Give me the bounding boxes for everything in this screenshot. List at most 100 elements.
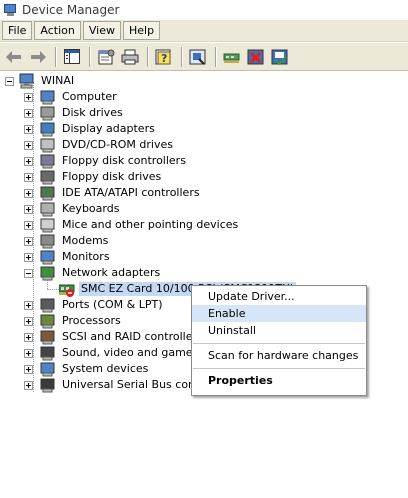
forward-icon [30, 50, 46, 64]
menu-bar: File Action View Help [0, 20, 408, 42]
tree-item-ports-com-lpt[interactable]: Ports (COM & LPT) [24, 297, 165, 313]
tree-item-label: Disk drives [62, 106, 123, 119]
processor-icon [40, 314, 55, 329]
uninstall-button[interactable] [245, 46, 267, 68]
back-button[interactable] [3, 46, 25, 68]
expand-icon[interactable] [24, 109, 33, 118]
tree-item-monitors[interactable]: Monitors [24, 249, 112, 265]
tree-item-mice-and-other-pointing-devices[interactable]: Mice and other pointing devices [24, 217, 240, 233]
tree-item-sound-video-and-game-co[interactable]: Sound, video and game co [24, 345, 211, 361]
menu-properties[interactable]: Properties [192, 372, 366, 389]
expand-icon[interactable] [24, 237, 33, 246]
system-device-icon [40, 362, 55, 377]
tree-item-label: Ports (COM & LPT) [62, 298, 163, 311]
ide-controller-icon [40, 186, 55, 201]
tree-item-universal-serial-bus-contro[interactable]: Universal Serial Bus contro [24, 377, 212, 393]
disable-button[interactable] [269, 46, 291, 68]
tree-item-scsi-and-raid-controllers[interactable]: SCSI and RAID controllers [24, 329, 205, 345]
tree-item-network-adapters[interactable]: Network adapters [24, 265, 162, 281]
forward-button[interactable] [27, 46, 49, 68]
tree-item-dvd-cd-rom-drives[interactable]: DVD/CD-ROM drives [24, 137, 175, 153]
menu-update-driver[interactable]: Update Driver... [192, 288, 366, 305]
tree-item-modems[interactable]: Modems [24, 233, 110, 249]
expand-icon[interactable] [24, 317, 33, 326]
menu-help[interactable]: Help [122, 21, 161, 40]
expand-icon[interactable] [24, 93, 33, 102]
collapse-icon[interactable] [24, 269, 33, 278]
modem-icon [40, 234, 55, 249]
expand-icon[interactable] [24, 157, 33, 166]
expand-icon[interactable] [24, 349, 33, 358]
toolbar-separator [147, 46, 149, 67]
tree-item-label: Sound, video and game co [62, 346, 209, 359]
svg-text:?: ? [161, 52, 167, 65]
sound-icon [40, 346, 55, 361]
computer-icon [19, 73, 34, 89]
tree-item-computer[interactable]: Computer [24, 89, 119, 105]
tree-connector [47, 289, 59, 290]
menu-action[interactable]: Action [34, 21, 81, 40]
tree-item-display-adapters[interactable]: Display adapters [24, 121, 157, 137]
tree-item-floppy-disk-controllers[interactable]: Floppy disk controllers [24, 153, 188, 169]
expand-icon[interactable] [24, 141, 33, 150]
expand-icon[interactable] [24, 381, 33, 390]
tree-root[interactable]: WINAI [5, 73, 76, 89]
tree-item-label: Floppy disk controllers [62, 154, 186, 167]
menu-separator [193, 368, 365, 369]
help-icon: ? [155, 49, 171, 65]
tree-item-label: Display adapters [62, 122, 155, 135]
properties-button[interactable] [95, 46, 117, 68]
expand-icon[interactable] [24, 205, 33, 214]
collapse-icon[interactable] [5, 77, 14, 86]
disk-drive-icon [40, 106, 55, 121]
expand-icon[interactable] [24, 189, 33, 198]
device-manager-icon [3, 3, 19, 17]
print-icon [121, 49, 139, 64]
tree-item-floppy-disk-drives[interactable]: Floppy disk drives [24, 169, 163, 185]
network-card-disabled-icon [59, 284, 75, 297]
menu-scan-hardware[interactable]: Scan for hardware changes [192, 347, 366, 364]
usb-icon [40, 378, 55, 393]
show-hide-tree-button[interactable] [61, 46, 83, 68]
tree-item-label: Modems [62, 234, 109, 247]
expand-icon[interactable] [24, 173, 33, 182]
floppy-controller-icon [40, 154, 55, 169]
tree-item-label: Computer [62, 90, 117, 103]
tree-item-disk-drives[interactable]: Disk drives [24, 105, 125, 121]
help-button[interactable]: ? [153, 46, 175, 68]
toolbar: ? [0, 43, 408, 71]
menu-separator [193, 343, 365, 344]
scan-hardware-button[interactable] [187, 46, 209, 68]
expand-icon[interactable] [24, 253, 33, 262]
menu-file[interactable]: File [2, 21, 33, 40]
monitor-icon [40, 250, 55, 265]
tree-item-ide-ata-atapi-controllers[interactable]: IDE ATA/ATAPI controllers [24, 185, 202, 201]
menu-enable[interactable]: Enable [192, 305, 366, 322]
tree-item-label: Mice and other pointing devices [62, 218, 239, 231]
tree-item-label: DVD/CD-ROM drives [62, 138, 173, 151]
expand-icon[interactable] [24, 301, 33, 310]
tree-item-keyboards[interactable]: Keyboards [24, 201, 121, 217]
scsi-icon [40, 330, 55, 345]
expand-icon[interactable] [24, 365, 33, 374]
tree-item-system-devices[interactable]: System devices [24, 361, 150, 377]
expand-icon[interactable] [24, 125, 33, 134]
menu-uninstall[interactable]: Uninstall [192, 322, 366, 339]
port-icon [40, 298, 55, 313]
display-adapter-icon [40, 122, 55, 137]
print-button[interactable] [119, 46, 141, 68]
show-hide-console-tree-icon [64, 49, 80, 64]
window-title: Device Manager [22, 2, 120, 17]
expand-icon[interactable] [24, 221, 33, 230]
update-driver-icon [223, 53, 240, 63]
tree-item-label: Monitors [62, 250, 110, 263]
mouse-icon [40, 218, 55, 233]
update-driver-button[interactable] [221, 46, 243, 68]
toolbar-separator [181, 46, 183, 67]
computer-icon [40, 90, 55, 105]
toolbar-separator [55, 46, 57, 67]
tree-item-processors[interactable]: Processors [24, 313, 123, 329]
properties-icon [98, 49, 115, 64]
expand-icon[interactable] [24, 333, 33, 342]
menu-view[interactable]: View [82, 21, 121, 40]
